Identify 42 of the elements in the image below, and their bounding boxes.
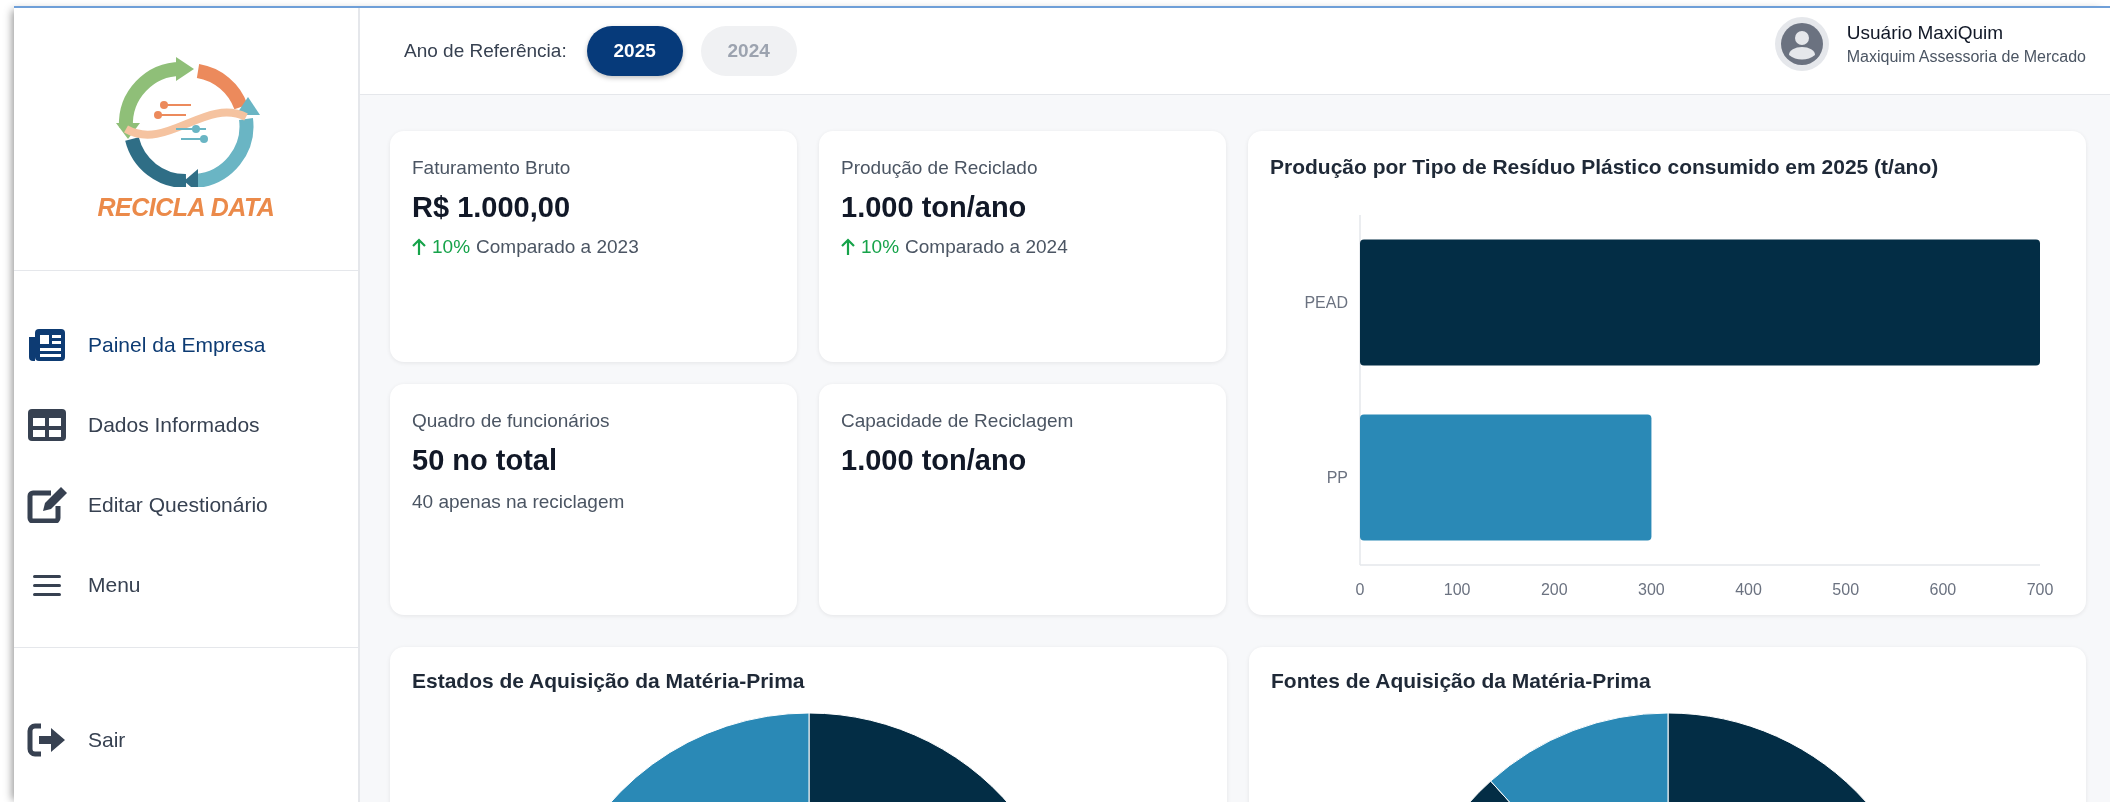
axis-tick-label: 100 bbox=[1443, 581, 1471, 598]
chart-title: Produção por Tipo de Resíduo Plástico consumido em 2025 (t/ano) bbox=[1270, 155, 1939, 179]
logo-wordmark: RECICLA DATA bbox=[97, 192, 275, 222]
trend-text: Comparado a 2024 bbox=[905, 236, 1068, 258]
axis-tick-label: 400 bbox=[1735, 581, 1762, 598]
kpi-title: Quadro de funcionários bbox=[412, 410, 610, 432]
trend-text: Comparado a 2023 bbox=[476, 236, 639, 258]
kpi-title: Capacidade de Reciclagem bbox=[841, 410, 1074, 432]
axis-tick-label: 500 bbox=[1832, 581, 1860, 598]
sidebar-nav-link[interactable]: Menu bbox=[14, 545, 141, 625]
year-tab[interactable]: 2025 bbox=[586, 26, 683, 76]
sidebar-nav-link[interactable]: Dados Informados bbox=[14, 385, 260, 465]
chart-title: Fontes de Aquisição da Matéria-Prima bbox=[1271, 669, 1651, 693]
edit-icon bbox=[26, 487, 68, 523]
logout-link[interactable]: Sair bbox=[14, 700, 358, 780]
kpi-title: Faturamento Bruto bbox=[412, 157, 571, 179]
up-arrow-icon bbox=[412, 238, 426, 256]
user-avatar-icon[interactable] bbox=[1774, 17, 1829, 71]
up-arrow-icon bbox=[841, 238, 855, 256]
kpi-note: 40 apenas na reciclagem bbox=[412, 491, 625, 513]
axis-tick-label: 0 bbox=[1355, 581, 1365, 598]
kpi-value: 1.000 ton/ano bbox=[841, 191, 1027, 224]
axis-tick-label: 300 bbox=[1638, 581, 1665, 598]
kpi-value: 50 no total bbox=[412, 444, 557, 477]
user-company: Maxiquim Assessoria de Mercado bbox=[1846, 48, 2086, 66]
kpi-value: 1.000 ton/ano bbox=[841, 444, 1027, 477]
sidebar-nav-link[interactable]: Editar Questionário bbox=[14, 465, 268, 545]
sidebar-nav-link[interactable]: Painel da Empresa bbox=[14, 305, 266, 385]
axis-label: PEAD bbox=[1304, 293, 1348, 311]
newspaper-icon bbox=[26, 327, 68, 363]
axis-tick-label: 700 bbox=[2026, 581, 2054, 598]
user-name: Usuário MaxiQuim bbox=[1846, 22, 2005, 44]
table-icon bbox=[26, 407, 68, 443]
trend-percent: 10% bbox=[432, 236, 471, 258]
trend-percent: 10% bbox=[861, 236, 900, 258]
chart-title: Estados de Aquisição da Matéria-Prima bbox=[412, 669, 805, 693]
axis-tick-label: 200 bbox=[1540, 581, 1568, 598]
axis-tick-label: 600 bbox=[1929, 581, 1957, 598]
kpi-title: Produção de Reciclado bbox=[841, 157, 1038, 179]
year-label: Ano de Referência: bbox=[404, 40, 567, 62]
kpi-value: R$ 1.000,00 bbox=[412, 191, 570, 224]
axis-label: PP bbox=[1326, 468, 1348, 486]
